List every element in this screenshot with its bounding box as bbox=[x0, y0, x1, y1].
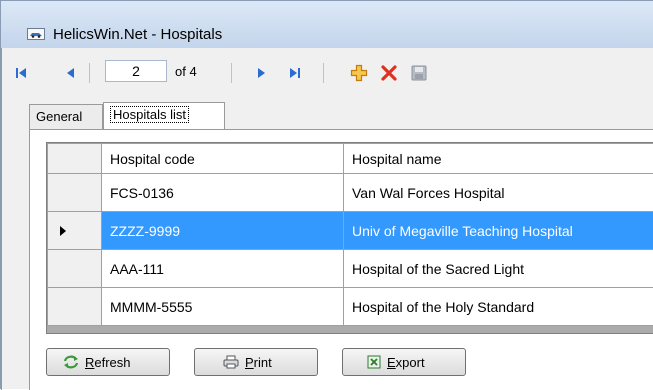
hospital-name-cell[interactable]: Hospital of the Sacred Light bbox=[344, 250, 653, 288]
hospital-code-cell[interactable]: ZZZZ-9999 bbox=[102, 212, 344, 250]
previous-record-button[interactable] bbox=[61, 63, 81, 83]
column-header-hospital-name[interactable]: Hospital name bbox=[344, 144, 653, 174]
hospital-name-cell[interactable]: Van Wal Forces Hospital bbox=[344, 174, 653, 212]
hospitals-grid[interactable]: Hospital code Hospital name FCS-0136 Van… bbox=[46, 142, 653, 334]
hospital-name-cell[interactable]: Univ of Megaville Teaching Hospital bbox=[344, 212, 653, 250]
hospital-code-cell[interactable]: MMMM-5555 bbox=[102, 288, 344, 326]
export-button[interactable]: Export bbox=[342, 348, 466, 376]
refresh-button[interactable]: Refresh bbox=[46, 348, 170, 376]
window-title: HelicsWin.Net - Hospitals bbox=[53, 26, 222, 43]
save-record-button[interactable] bbox=[409, 63, 429, 83]
grid-corner-cell[interactable] bbox=[48, 144, 102, 174]
previous-record-icon bbox=[64, 66, 78, 80]
toolbar-separator bbox=[323, 63, 324, 83]
row-header[interactable] bbox=[48, 174, 102, 212]
next-record-button[interactable] bbox=[251, 63, 271, 83]
toolbar-separator bbox=[89, 63, 90, 83]
title-bar: HelicsWin.Net - Hospitals bbox=[1, 1, 653, 48]
next-record-icon bbox=[254, 66, 268, 80]
row-header[interactable] bbox=[48, 250, 102, 288]
printer-icon bbox=[223, 355, 239, 369]
record-count-label: of 4 bbox=[175, 64, 197, 79]
table-row[interactable]: FCS-0136 Van Wal Forces Hospital bbox=[48, 174, 653, 212]
window-left-border bbox=[1, 48, 2, 390]
tab-hospitals-list[interactable]: Hospitals list bbox=[103, 102, 225, 129]
last-record-icon bbox=[288, 66, 302, 80]
save-disk-icon bbox=[411, 65, 427, 81]
position-input[interactable]: 2 bbox=[105, 60, 167, 82]
tab-hospitals-list-label: Hospitals list bbox=[110, 106, 189, 123]
table-row-selected[interactable]: ZZZZ-9999 Univ of Megaville Teaching Hos… bbox=[48, 212, 653, 250]
last-record-button[interactable] bbox=[285, 63, 305, 83]
table-row[interactable]: MMMM-5555 Hospital of the Holy Standard bbox=[48, 288, 653, 326]
record-navigator-toolbar: 2 of 4 bbox=[11, 57, 651, 89]
tab-general[interactable]: General bbox=[29, 104, 103, 129]
refresh-button-label: Refresh bbox=[85, 355, 131, 370]
hospital-code-cell[interactable]: AAA-111 bbox=[102, 250, 344, 288]
add-plus-icon bbox=[350, 64, 368, 82]
hospital-name-cell[interactable]: Hospital of the Holy Standard bbox=[344, 288, 653, 326]
hospitals-list-panel: Hospital code Hospital name FCS-0136 Van… bbox=[29, 129, 653, 390]
window: HelicsWin.Net - Hospitals 2 of 4 bbox=[0, 0, 653, 389]
add-record-button[interactable] bbox=[349, 63, 369, 83]
table-row[interactable]: AAA-111 Hospital of the Sacred Light bbox=[48, 250, 653, 288]
print-button-label: Print bbox=[245, 355, 272, 370]
delete-x-icon bbox=[380, 64, 398, 82]
first-record-button[interactable] bbox=[11, 63, 31, 83]
delete-record-button[interactable] bbox=[379, 63, 399, 83]
row-header[interactable] bbox=[48, 288, 102, 326]
column-header-hospital-code[interactable]: Hospital code bbox=[102, 144, 344, 174]
tab-general-label: General bbox=[36, 109, 82, 124]
first-record-icon bbox=[14, 66, 28, 80]
current-row-arrow-icon bbox=[58, 225, 68, 237]
hospital-code-cell[interactable]: FCS-0136 bbox=[102, 174, 344, 212]
row-header[interactable] bbox=[48, 212, 102, 250]
export-button-label: Export bbox=[387, 355, 425, 370]
grid-header-row: Hospital code Hospital name bbox=[48, 144, 653, 174]
app-car-icon bbox=[27, 28, 45, 40]
refresh-arrows-icon bbox=[63, 355, 79, 369]
toolbar-separator bbox=[231, 63, 232, 83]
excel-export-icon bbox=[367, 355, 381, 369]
print-button[interactable]: Print bbox=[194, 348, 318, 376]
